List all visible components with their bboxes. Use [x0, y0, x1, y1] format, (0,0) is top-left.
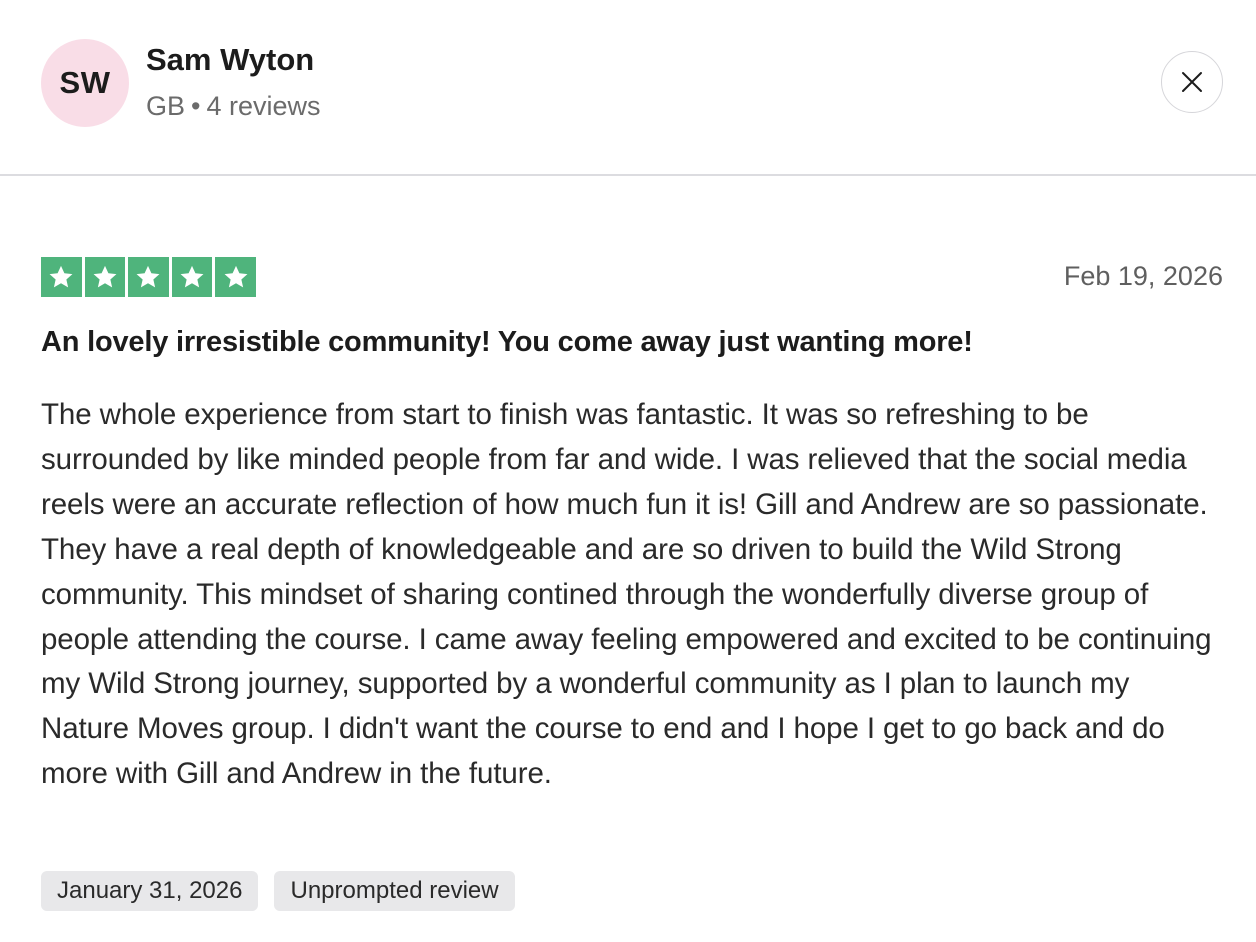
star-icon [41, 257, 82, 297]
star-icon [84, 257, 126, 297]
reviewer-meta: GB • 4 reviews [146, 88, 321, 124]
reviewer-country: GB [146, 91, 186, 121]
reviewer-review-count: 4 reviews [206, 91, 321, 121]
experience-date-tag: January 31, 2026 [41, 871, 259, 911]
reviewer-header: SW Sam Wyton GB • 4 reviews [0, 0, 1256, 176]
reviewer-name[interactable]: Sam Wyton [146, 40, 314, 80]
review-modal: SW Sam Wyton GB • 4 reviews Feb 19, 2026 A… [0, 0, 1256, 942]
star-icon [171, 257, 213, 297]
close-icon [1182, 72, 1202, 92]
unprompted-review-tag: Unprompted review [274, 871, 515, 911]
review-tags: January 31, 2026 Unprompted review [41, 871, 515, 911]
close-button[interactable] [1161, 51, 1223, 113]
review-date: Feb 19, 2026 [1063, 261, 1223, 291]
review-title: An lovely irresistible community! You co… [41, 326, 973, 358]
meta-separator: • [191, 91, 201, 121]
review-body: The whole experience from start to finis… [41, 398, 1212, 791]
avatar: SW [41, 39, 129, 127]
star-icon [215, 257, 256, 297]
star-rating [41, 257, 256, 297]
star-icon [128, 257, 169, 297]
